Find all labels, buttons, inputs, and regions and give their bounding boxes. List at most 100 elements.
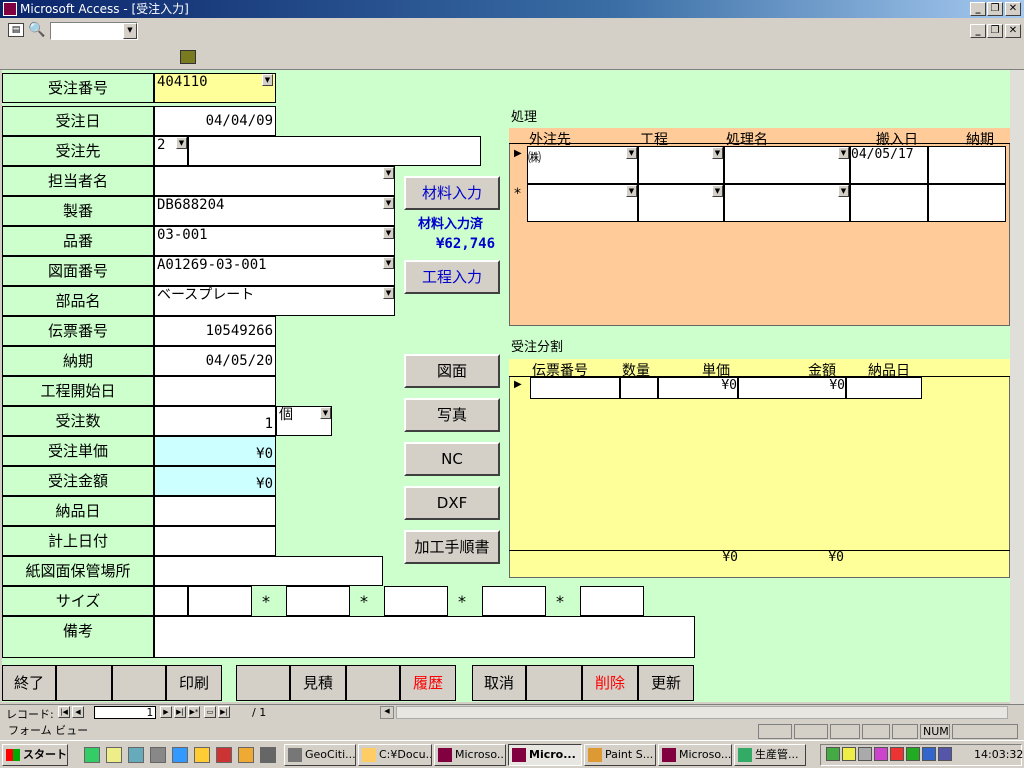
split-row1-amount[interactable]: ¥0 — [738, 377, 846, 399]
exit-button[interactable]: 終了 — [2, 665, 56, 701]
delete-button[interactable]: 削除 — [582, 665, 638, 701]
size-input-1[interactable] — [154, 586, 188, 616]
process-row1-vendor[interactable]: ㈱ ▼ — [527, 146, 638, 184]
quicklaunch-mail-icon[interactable] — [194, 747, 210, 763]
part-name-combo[interactable]: ベースプレート ▼ — [154, 286, 395, 316]
process-input-button[interactable]: 工程入力 — [404, 260, 500, 294]
task-production[interactable]: 生産管... — [734, 744, 806, 766]
child-minimize-button[interactable]: _ — [970, 24, 986, 38]
chevron-down-icon[interactable]: ▼ — [320, 407, 331, 419]
split-row1-delivered[interactable] — [846, 377, 922, 399]
chevron-down-icon[interactable]: ▼ — [712, 147, 723, 159]
footer-blank-4[interactable] — [346, 665, 400, 701]
person-combo[interactable]: ▼ — [154, 166, 395, 196]
footer-blank-1[interactable] — [56, 665, 112, 701]
customer-name-input[interactable] — [188, 136, 481, 166]
size-input-5[interactable] — [482, 586, 546, 616]
close-button[interactable]: ✕ — [1005, 2, 1021, 16]
open-folder-icon[interactable] — [180, 50, 196, 64]
chevron-down-icon[interactable]: ▼ — [383, 167, 394, 179]
first-record-icon[interactable]: |◀ — [58, 706, 70, 718]
quicklaunch-extra-icon[interactable] — [260, 747, 276, 763]
update-button[interactable]: 更新 — [638, 665, 694, 701]
process-start-input[interactable] — [154, 376, 276, 406]
start-button[interactable]: スタート — [2, 744, 68, 766]
minimize-button[interactable]: _ — [970, 2, 986, 16]
form-vertical-scrollbar[interactable] — [1010, 70, 1024, 704]
tray-volume-icon[interactable] — [842, 747, 856, 761]
process-row1-process[interactable]: ▼ — [638, 146, 724, 184]
storage-input[interactable] — [154, 556, 383, 586]
procedure-button[interactable]: 加工手順書 — [404, 530, 500, 564]
task-paint-shop[interactable]: Paint S... — [584, 744, 656, 766]
form-view-icon[interactable]: ▤ — [8, 23, 24, 37]
chevron-down-icon[interactable]: ▼ — [123, 23, 137, 39]
process-new-vendor[interactable]: ▼ — [527, 184, 638, 222]
amount-input[interactable]: ¥0 — [154, 466, 276, 496]
chevron-down-icon[interactable]: ▼ — [712, 185, 723, 197]
chevron-down-icon[interactable]: ▼ — [383, 287, 394, 299]
nc-button[interactable]: NC — [404, 442, 500, 476]
size-input-3[interactable] — [286, 586, 350, 616]
order-date-input[interactable]: 04/04/09 — [154, 106, 276, 136]
tray-green-icon[interactable] — [906, 747, 920, 761]
process-new-date-in[interactable] — [850, 184, 928, 222]
chevron-down-icon[interactable]: ▼ — [383, 227, 394, 239]
task-access-active[interactable]: Micro... — [508, 744, 582, 766]
task-access-2[interactable]: Microso... — [658, 744, 732, 766]
prev-record-icon[interactable]: ◀ — [72, 706, 84, 718]
quicklaunch-media-icon[interactable] — [238, 747, 254, 763]
tray-monitor-icon[interactable] — [922, 747, 936, 761]
next-record-icon[interactable]: ▶ — [160, 706, 172, 718]
drawing-no-combo[interactable]: A01269-03-001 ▼ — [154, 256, 395, 286]
drawing-button[interactable]: 図面 — [404, 354, 500, 388]
footer-blank-3[interactable] — [236, 665, 290, 701]
new-record-icon[interactable]: ▶* — [188, 706, 200, 718]
tray-pen-icon[interactable] — [890, 747, 904, 761]
process-new-process[interactable]: ▼ — [638, 184, 724, 222]
quicklaunch-edit-icon[interactable] — [106, 747, 122, 763]
child-restore-button[interactable]: ❐ — [987, 24, 1003, 38]
footer-blank-2[interactable] — [112, 665, 166, 701]
filter-record-icon[interactable]: ▭ — [204, 706, 216, 718]
dxf-button[interactable]: DXF — [404, 486, 500, 520]
horizontal-scrollbar[interactable] — [396, 706, 1008, 719]
task-geocities[interactable]: GeoCiti... — [284, 744, 356, 766]
unit-price-input[interactable]: ¥0 — [154, 436, 276, 466]
history-button[interactable]: 履歴 — [400, 665, 456, 701]
photo-button[interactable]: 写真 — [404, 398, 500, 432]
remarks-input[interactable] — [154, 616, 695, 658]
process-new-name[interactable]: ▼ — [724, 184, 850, 222]
filter-combo[interactable]: ▼ — [50, 22, 138, 40]
size-input-2[interactable] — [188, 586, 252, 616]
footer-blank-5[interactable] — [526, 665, 582, 701]
estimate-button[interactable]: 見積 — [290, 665, 346, 701]
tray-network-icon[interactable] — [858, 747, 872, 761]
process-row1-deadline[interactable] — [928, 146, 1006, 184]
child-close-button[interactable]: ✕ — [1005, 24, 1021, 38]
quicklaunch-app-icon[interactable] — [216, 747, 232, 763]
chevron-down-icon[interactable]: ▼ — [626, 185, 637, 197]
last-record-icon[interactable]: ▶| — [174, 706, 186, 718]
chevron-down-icon[interactable]: ▼ — [383, 197, 394, 209]
tray-app-icon[interactable] — [874, 747, 888, 761]
scroll-left-icon[interactable]: ◀ — [380, 706, 394, 719]
split-row1-unit-price[interactable]: ¥0 — [658, 377, 738, 399]
material-input-button[interactable]: 材料入力 — [404, 176, 500, 210]
split-row1-qty[interactable] — [620, 377, 658, 399]
chevron-down-icon[interactable]: ▼ — [262, 74, 273, 86]
quicklaunch-ie-icon[interactable] — [172, 747, 188, 763]
split-row1-slip[interactable] — [530, 377, 620, 399]
process-row1-name[interactable]: ▼ — [724, 146, 850, 184]
slip-no-input[interactable]: 10549266 — [154, 316, 276, 346]
task-documents[interactable]: C:¥Docu... — [358, 744, 432, 766]
task-access-1[interactable]: Microso... — [434, 744, 506, 766]
quantity-input[interactable]: 1 — [154, 406, 276, 436]
tray-sync-icon[interactable] — [826, 747, 840, 761]
serial-combo[interactable]: DB688204 ▼ — [154, 196, 395, 226]
part-no-combo[interactable]: 03-001 ▼ — [154, 226, 395, 256]
unit-combo[interactable]: 個 ▼ — [276, 406, 332, 436]
quicklaunch-globe-icon[interactable] — [128, 747, 144, 763]
chevron-down-icon[interactable]: ▼ — [838, 185, 849, 197]
cancel-button[interactable]: 取消 — [472, 665, 526, 701]
